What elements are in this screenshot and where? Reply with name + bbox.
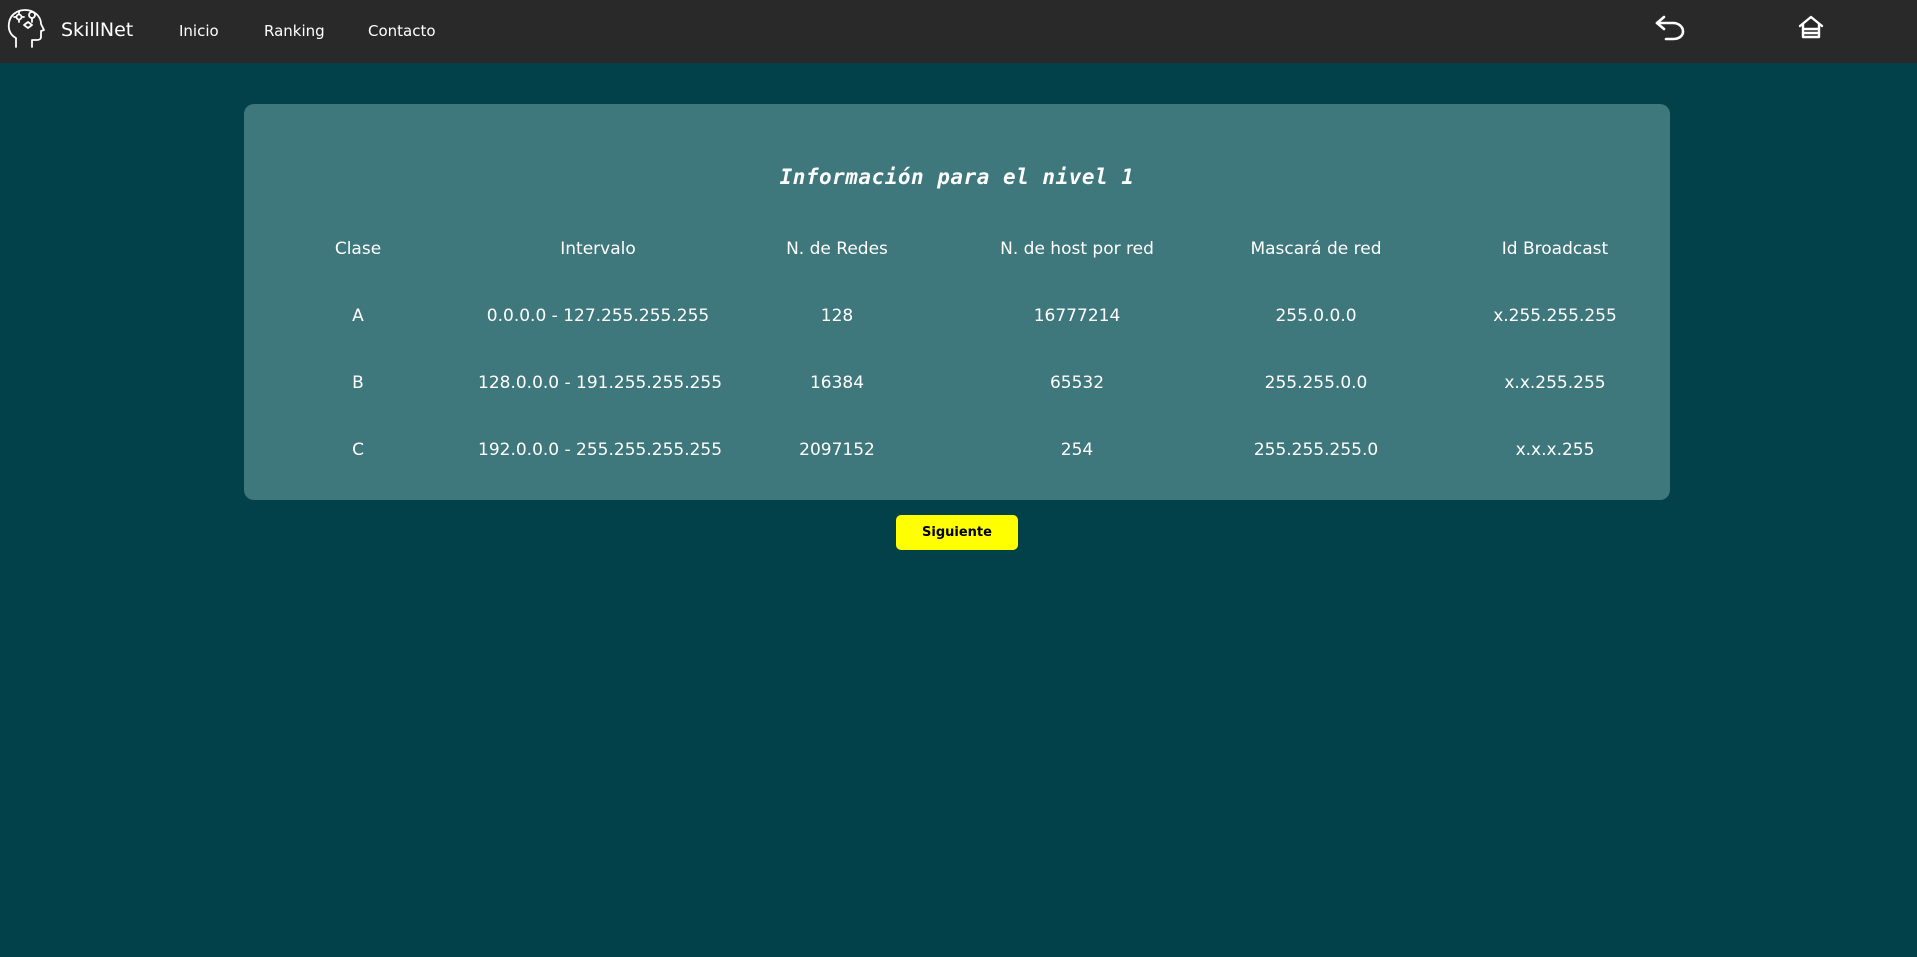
table-cell: 128 [820,306,854,326]
nav-link-contacto[interactable]: Contacto [368,21,436,41]
table-cell: 192.0.0.0 - 255.255.255.255 [478,440,723,460]
table-cell: x.x.255.255 [1504,373,1606,393]
info-table: Clase Intervalo N. de Redes N. de host p… [244,104,1670,500]
top-navbar: SkillNet Inicio Ranking Contacto [0,0,1917,63]
table-cell: 255.255.255.0 [1253,440,1379,460]
table-cell: 128.0.0.0 - 191.255.255.255 [478,373,723,393]
table-cell: C [352,440,364,460]
table-cell: 255.0.0.0 [1275,306,1357,326]
table-cell: A [352,306,364,326]
header-intervalo: Intervalo [560,239,636,259]
table-cell: B [352,373,364,393]
header-hosts-por-red: N. de host por red [1000,239,1154,259]
back-arrow-icon[interactable] [1654,13,1686,41]
table-cell: 16384 [809,373,865,393]
table-cell: x.255.255.255 [1493,306,1617,326]
header-num-redes: N. de Redes [786,239,888,259]
table-cell: 0.0.0.0 - 127.255.255.255 [486,306,710,326]
table-cell: 254 [1060,440,1094,460]
nav-link-inicio[interactable]: Inicio [179,21,219,41]
table-cell: x.x.x.255 [1515,440,1595,460]
head-gears-icon[interactable] [6,5,48,49]
table-cell: 16777214 [1033,306,1121,326]
brand-name[interactable]: SkillNet [61,18,133,42]
home-icon[interactable] [1798,14,1824,40]
info-card: Información para el nivel 1 Clase Interv… [244,104,1670,500]
table-cell: 2097152 [799,440,875,460]
table-cell: 255.255.0.0 [1264,373,1368,393]
table-cell: 65532 [1049,373,1105,393]
header-id-broadcast: Id Broadcast [1501,239,1609,259]
next-button[interactable]: Siguiente [896,515,1018,550]
header-mascara-red: Mascará de red [1250,239,1382,259]
nav-link-ranking[interactable]: Ranking [264,21,325,41]
header-clase: Clase [334,239,382,259]
